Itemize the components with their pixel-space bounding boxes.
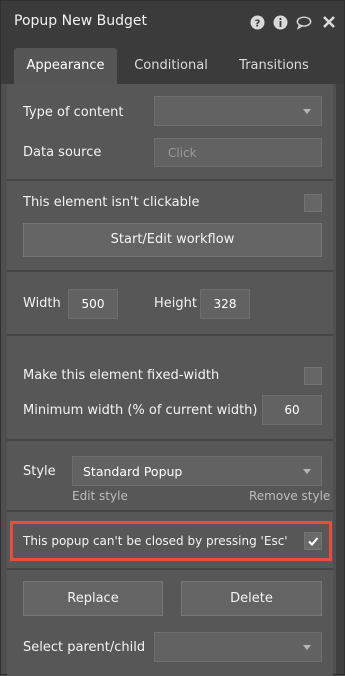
remove-style-link[interactable]: Remove style [249,489,330,503]
start-edit-workflow-button[interactable]: Start/Edit workflow [23,223,322,257]
data-source-placeholder: Click [168,146,197,160]
tab-conditional[interactable]: Conditional [122,48,220,84]
comment-icon[interactable] [296,14,312,30]
chevron-down-icon [303,109,311,114]
replace-button[interactable]: Replace [23,581,163,616]
not-clickable-label: This element isn't clickable [23,195,200,210]
min-width-input[interactable]: 60 [262,395,322,425]
property-editor-panel: Popup New Budget ? Appearance Conditiona… [0,0,345,676]
divider [7,568,333,570]
height-label: Height [154,296,197,311]
chevron-down-icon [303,645,311,650]
close-icon[interactable] [321,14,337,30]
data-source-field[interactable]: Click [154,138,322,167]
min-width-label: Minimum width (% of current width) [23,403,258,418]
appearance-content: Type of content Data source Click This e… [7,84,333,676]
fixed-width-label: Make this element fixed-width [23,368,220,383]
divider [7,510,333,512]
select-parent-child-dropdown[interactable] [154,632,322,662]
divider [7,439,333,441]
tab-appearance[interactable]: Appearance [14,48,117,84]
style-dropdown[interactable]: Standard Popup [72,456,322,486]
chevron-down-icon [303,469,311,474]
help-icon[interactable]: ? [249,14,265,30]
info-icon[interactable] [272,14,288,30]
edit-style-link[interactable]: Edit style [72,489,128,503]
fixed-width-checkbox[interactable] [304,367,322,385]
height-input[interactable]: 328 [200,289,250,319]
divider [7,334,333,336]
panel-title: Popup New Budget [14,13,147,29]
scrollbar[interactable] [336,84,344,674]
divider [7,270,333,272]
delete-button[interactable]: Delete [181,581,322,616]
divider [7,179,333,181]
width-label: Width [23,296,61,311]
tab-bar: Appearance Conditional Transitions [1,44,344,84]
not-clickable-checkbox[interactable] [304,194,322,212]
type-of-content-label: Type of content [23,105,124,120]
width-input[interactable]: 500 [68,289,118,319]
svg-text:?: ? [254,18,260,29]
type-of-content-dropdown[interactable] [154,96,322,126]
tab-transitions[interactable]: Transitions [228,48,320,84]
style-label: Style [23,464,56,479]
data-source-label: Data source [23,145,102,160]
title-bar: Popup New Budget ? [1,1,344,44]
esc-option-highlight [10,521,332,561]
select-parent-child-label: Select parent/child [23,640,146,655]
